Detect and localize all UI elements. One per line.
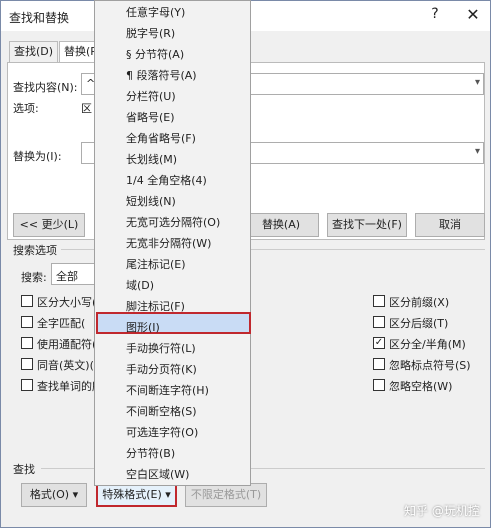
watermark: 知乎 @玩机控 [404,504,480,518]
checkbox[interactable] [21,379,33,391]
replace-all-button[interactable]: 替换(A) [243,213,319,237]
menu-item[interactable]: 手动换行符(L) [126,340,196,356]
checkbox[interactable] [21,337,33,349]
options-label: 选项: [13,102,39,115]
checkbox[interactable] [21,358,33,370]
help-button[interactable]: ? [421,6,449,26]
menu-item[interactable]: 分栏符(U) [126,88,176,104]
menu-item[interactable]: 空白区域(W) [126,466,189,482]
checkbox[interactable] [373,358,385,370]
menu-item[interactable]: 脚注标记(F) [126,298,185,314]
menu-item[interactable]: 1/4 全角空格(4) [126,172,207,188]
find-label: 查找内容(N): [13,81,78,94]
bottom-section-title: 查找 [13,463,35,476]
checkbox[interactable] [373,379,385,391]
menu-item[interactable]: § 分节符(A) [126,46,184,62]
menu-item[interactable]: 无宽可选分隔符(O) [126,214,220,230]
replace-label: 替换为(I): [13,150,62,163]
tab-find[interactable]: 查找(D) [9,41,59,63]
checkbox-label: 使用通配符( [37,338,97,351]
menu-item[interactable]: 短划线(N) [126,193,176,209]
checkbox-label: 忽略空格(W) [389,380,453,393]
checkbox[interactable]: ✓ [373,337,385,349]
checkbox-label: 区分大小写( [37,296,97,309]
search-scope-value: 全部 [56,270,78,283]
menu-item[interactable]: 任意字母(Y) [126,4,185,20]
special-format-menu: 任意字母(Y) 脱字号(R) § 分节符(A) ¶ 段落符号(A) 分栏符(U) 省略号(… [94,0,251,486]
menu-item-highlight [96,312,251,334]
menu-item[interactable]: 尾注标记(E) [126,256,186,272]
format-button[interactable]: 格式(O) ▾ [21,483,87,507]
menu-item[interactable]: 可选连字符(O) [126,424,198,440]
menu-item[interactable]: 图形(I) [126,319,160,335]
checkbox[interactable] [373,316,385,328]
close-icon[interactable]: ✕ [459,5,487,27]
chevron-down-icon[interactable]: ▾ [475,146,480,157]
checkbox-label: 区分前缀(X) [389,296,450,309]
checkbox-label: 区分全/半角(M) [389,338,466,351]
window-title: 查找和替换 [9,11,70,25]
menu-item[interactable]: 长划线(M) [126,151,177,167]
checkbox[interactable] [21,295,33,307]
less-button[interactable]: << 更少(L) [13,213,85,237]
menu-item[interactable]: 手动分页符(K) [126,361,197,377]
menu-item[interactable]: 脱字号(R) [126,25,175,41]
search-label: 搜索: [21,271,47,284]
menu-item[interactable]: 全角省略号(F) [126,130,196,146]
checkbox[interactable] [21,316,33,328]
menu-item[interactable]: 省略号(E) [126,109,175,125]
menu-item[interactable]: 分节符(B) [126,445,175,461]
checkbox-label: 区分后缀(T) [389,317,449,330]
find-next-button[interactable]: 查找下一处(F) [327,213,407,237]
menu-item[interactable]: 不间断空格(S) [126,403,197,419]
chevron-down-icon[interactable]: ▾ [475,77,480,88]
menu-item[interactable]: 域(D) [126,277,154,293]
checkbox-label: 忽略标点符号(S) [389,359,471,372]
search-options-title: 搜索选项 [13,244,57,257]
no-format-button[interactable]: 不限定格式(T) [185,483,267,507]
cancel-button[interactable]: 取消 [415,213,485,237]
checkbox-label: 同音(英文)( [37,359,94,372]
options-value: 区 [81,102,92,115]
checkbox[interactable] [373,295,385,307]
menu-item[interactable]: 无宽非分隔符(W) [126,235,211,251]
menu-item[interactable]: ¶ 段落符号(A) [126,67,197,83]
menu-item[interactable]: 不间断连字符(H) [126,382,209,398]
special-format-button[interactable]: 特殊格式(E) ▾ [96,483,177,507]
checkbox-label: 全字匹配( [37,317,86,330]
